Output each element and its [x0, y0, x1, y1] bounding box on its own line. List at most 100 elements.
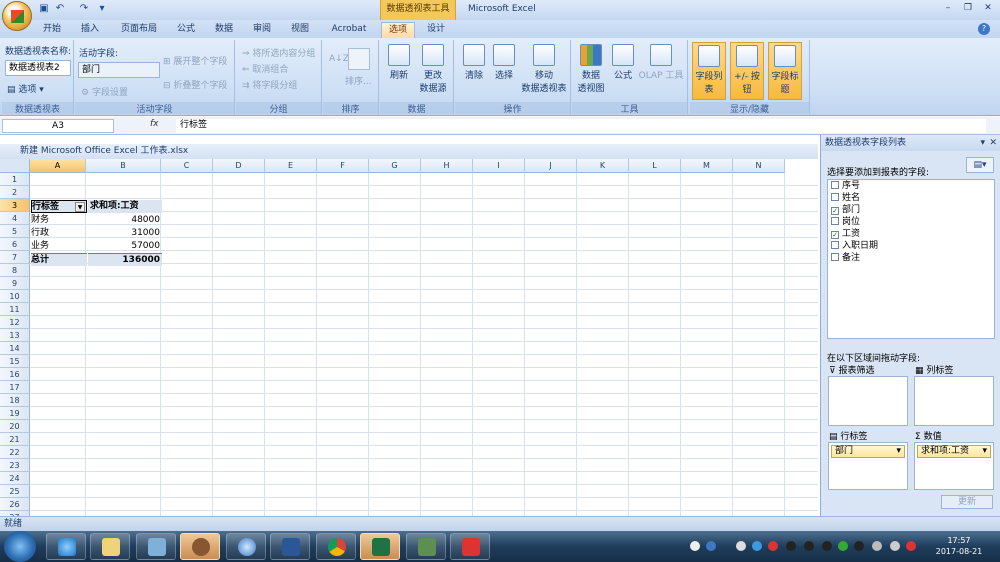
- tray-icon[interactable]: [736, 541, 746, 551]
- formulas-button[interactable]: 公式: [606, 42, 640, 81]
- olap-tools-button[interactable]: OLAP 工具: [638, 42, 684, 81]
- pivot-row-name[interactable]: 财务: [31, 214, 87, 227]
- formula-input[interactable]: 行标签: [176, 119, 986, 133]
- checkbox-checked[interactable]: ✓: [831, 207, 839, 215]
- layout-options-icon[interactable]: ▤▾: [966, 157, 994, 173]
- field-item[interactable]: 岗位: [831, 216, 860, 228]
- taskbar-ie[interactable]: [46, 533, 86, 560]
- column-header[interactable]: A: [30, 159, 86, 173]
- pivot-row-label-header[interactable]: 行标签 ▼: [31, 200, 87, 213]
- row-header[interactable]: 8: [0, 264, 30, 277]
- tab-review[interactable]: 审阅: [246, 22, 278, 38]
- row-header[interactable]: 19: [0, 407, 30, 420]
- field-item[interactable]: ✓ 部门: [831, 204, 860, 216]
- collapse-field-button[interactable]: ⊟ 折叠整个字段: [163, 78, 227, 91]
- checkbox[interactable]: [831, 241, 839, 249]
- pivot-row-value[interactable]: 57000: [88, 240, 162, 253]
- column-header[interactable]: G: [369, 159, 421, 173]
- column-header[interactable]: M: [681, 159, 733, 173]
- insert-function-icon[interactable]: fx: [150, 119, 170, 133]
- tab-acrobat[interactable]: Acrobat: [326, 22, 372, 38]
- filter-dropdown-icon[interactable]: ▼: [75, 202, 85, 212]
- buttons-toggle[interactable]: +/- 按钮: [730, 42, 764, 100]
- qq-icon[interactable]: [822, 541, 832, 551]
- pivot-total-label[interactable]: 总计: [31, 253, 87, 266]
- tab-data[interactable]: 数据: [208, 22, 240, 38]
- tray-icon[interactable]: [838, 541, 848, 551]
- tray-icon[interactable]: [872, 541, 882, 551]
- column-labels-area[interactable]: [914, 376, 994, 426]
- row-header[interactable]: 25: [0, 485, 30, 498]
- field-item[interactable]: 入职日期: [831, 240, 878, 252]
- pivot-row-value[interactable]: 31000: [88, 227, 162, 240]
- row-header[interactable]: 18: [0, 394, 30, 407]
- group-field-button[interactable]: ⇉ 将字段分组: [242, 78, 297, 91]
- pivot-row-name[interactable]: 行政: [31, 227, 87, 240]
- report-filter-area[interactable]: [828, 376, 908, 426]
- active-field-input[interactable]: 部门: [78, 62, 160, 78]
- office-button[interactable]: [2, 1, 32, 31]
- row-header[interactable]: 15: [0, 355, 30, 368]
- row-header[interactable]: 6: [0, 238, 30, 251]
- change-source-button[interactable]: 更改 数据源: [416, 42, 450, 94]
- taskbar-excel[interactable]: [360, 533, 400, 560]
- undo-icon[interactable]: ↶: [54, 3, 66, 15]
- ungroup-button[interactable]: ⇐ 取消组合: [242, 62, 288, 75]
- row-header[interactable]: 9: [0, 277, 30, 290]
- qq-icon[interactable]: [854, 541, 864, 551]
- row-header[interactable]: 26: [0, 498, 30, 511]
- field-settings-button[interactable]: ⚙ 字段设置: [81, 85, 128, 98]
- column-header[interactable]: J: [525, 159, 577, 173]
- tray-icon[interactable]: [706, 541, 716, 551]
- column-header[interactable]: E: [265, 159, 317, 173]
- tab-formulas[interactable]: 公式: [170, 22, 202, 38]
- row-header[interactable]: 22: [0, 446, 30, 459]
- pivot-total-value[interactable]: 136000: [88, 253, 162, 266]
- tab-insert[interactable]: 插入: [74, 22, 106, 38]
- field-list-toggle[interactable]: 字段列表: [692, 42, 726, 100]
- checkbox-checked[interactable]: ✓: [831, 231, 839, 239]
- row-header[interactable]: 11: [0, 303, 30, 316]
- minimize-icon[interactable]: –: [940, 2, 956, 15]
- pivot-name-input[interactable]: 数据透视表2: [5, 60, 71, 76]
- column-header[interactable]: L: [629, 159, 681, 173]
- pivot-value-header[interactable]: 求和项:工资: [88, 200, 162, 213]
- row-header[interactable]: 24: [0, 472, 30, 485]
- row-header[interactable]: 20: [0, 420, 30, 433]
- field-headers-toggle[interactable]: 字段标题: [768, 42, 802, 100]
- volume-icon[interactable]: [890, 541, 900, 551]
- close-icon[interactable]: ✕: [980, 2, 996, 15]
- row-header[interactable]: 16: [0, 368, 30, 381]
- checkbox[interactable]: [831, 253, 839, 261]
- worksheet-grid[interactable]: ABCDEFGHIJKLMN 1 2 3 4 5 6 7 8 9 10 11 12 13 14 15 16 17…: [0, 159, 818, 516]
- pivot-chart-button[interactable]: 数据 透视图: [574, 42, 608, 94]
- tab-home[interactable]: 开始: [36, 22, 68, 38]
- qq-icon[interactable]: [804, 541, 814, 551]
- save-icon[interactable]: ▣: [38, 3, 50, 15]
- row-header[interactable]: 17: [0, 381, 30, 394]
- chevron-down-icon[interactable]: ▾: [982, 446, 987, 457]
- pivot-row-value[interactable]: 48000: [88, 214, 162, 227]
- column-header[interactable]: F: [317, 159, 369, 173]
- qat-dropdown-icon[interactable]: ▾: [96, 3, 108, 15]
- column-header[interactable]: D: [213, 159, 265, 173]
- chevron-down-icon[interactable]: ▾: [896, 446, 901, 457]
- taskbar-media[interactable]: [180, 533, 220, 560]
- column-header[interactable]: H: [421, 159, 473, 173]
- column-header[interactable]: N: [733, 159, 785, 173]
- row-header[interactable]: 7: [0, 251, 30, 264]
- row-header[interactable]: 12: [0, 316, 30, 329]
- tab-view[interactable]: 视图: [284, 22, 316, 38]
- pivot-options-button[interactable]: ▤ 选项 ▾: [7, 82, 44, 95]
- pane-menu-icon[interactable]: ▾: [980, 135, 985, 151]
- restore-icon[interactable]: ❐: [960, 2, 976, 15]
- checkbox[interactable]: [831, 193, 839, 201]
- column-header[interactable]: K: [577, 159, 629, 173]
- expand-field-button[interactable]: ⊞ 展开整个字段: [163, 54, 227, 67]
- column-header[interactable]: I: [473, 159, 525, 173]
- taskbar-app-red[interactable]: [450, 533, 490, 560]
- sort-az-icon[interactable]: A↓Z: [329, 54, 349, 64]
- clock[interactable]: 17:57 2017-08-21: [924, 535, 994, 559]
- refresh-button[interactable]: 刷新: [382, 42, 416, 81]
- field-item[interactable]: 姓名: [831, 192, 860, 204]
